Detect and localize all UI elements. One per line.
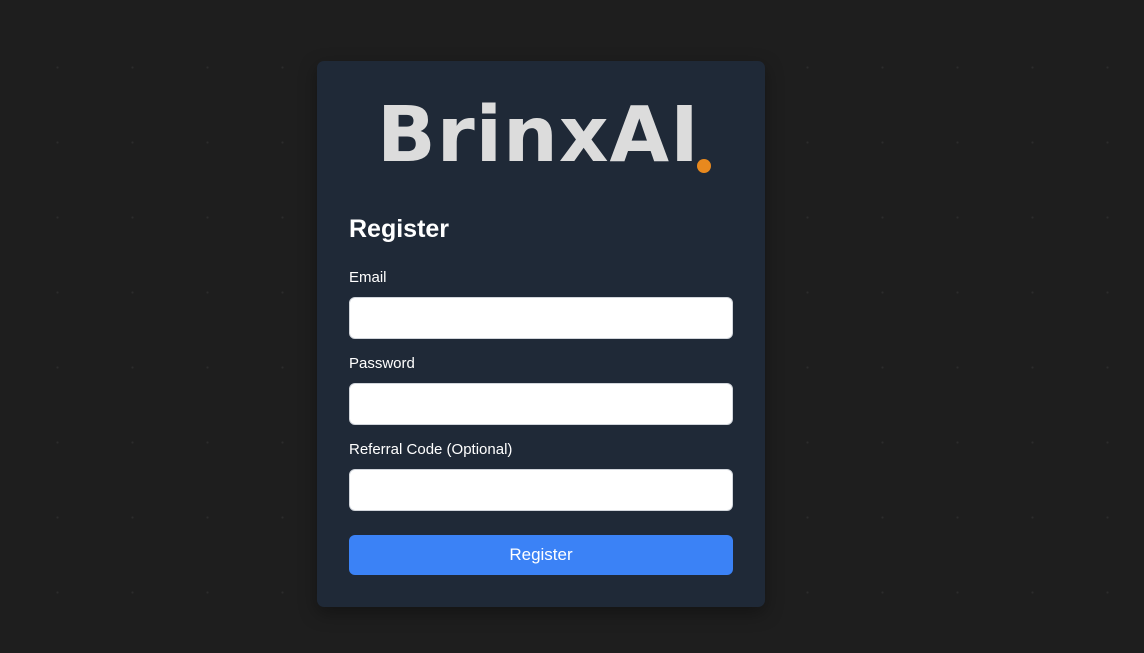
password-label: Password [349,355,415,372]
page-title: Register [349,215,450,243]
referral-code-field[interactable] [349,469,733,511]
password-field[interactable] [349,383,733,425]
referral-code-label: Referral Code (Optional) [349,441,513,458]
register-button[interactable]: Register [349,535,733,575]
register-card: BrinxAI Register Email Password Referral… [317,61,765,607]
email-label: Email [349,269,387,286]
logo-text: BrinxAI [377,91,700,180]
logo-dot [697,159,711,173]
email-field[interactable] [349,297,733,339]
